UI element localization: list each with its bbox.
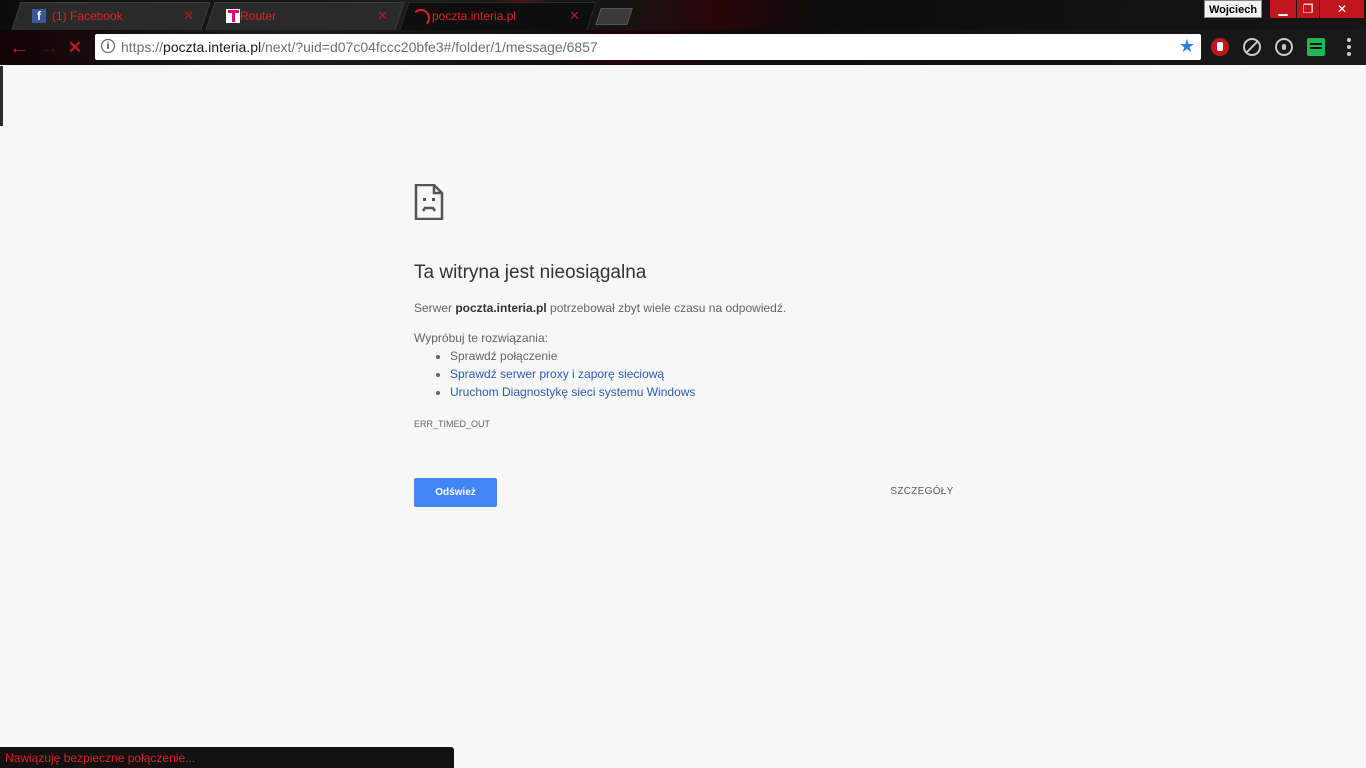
- error-heading: Ta witryna jest nieosiągalna: [414, 262, 647, 283]
- window-close-button[interactable]: ✕: [1320, 0, 1364, 18]
- description-host: poczta.interia.pl: [455, 301, 547, 315]
- forward-button[interactable]: →: [38, 37, 60, 59]
- address-bar[interactable]: i https://poczta.interia.pl/next/?uid=d0…: [95, 34, 1201, 60]
- minimize-button[interactable]: ▁: [1270, 0, 1296, 18]
- try-label: Wypróbuj te rozwiązania:: [414, 331, 548, 345]
- sad-document-icon: [414, 184, 444, 220]
- tab-facebook[interactable]: f (1) Facebook ✕: [11, 2, 211, 30]
- suggestion-windows-diagnostics-link[interactable]: Uruchom Diagnostykę sieci systemu Window…: [450, 385, 695, 403]
- suggestion-proxy-firewall-link[interactable]: Sprawdź serwer proxy i zaporę sieciową: [450, 367, 695, 385]
- page-content: [0, 66, 1366, 768]
- url-path: /next/?uid=d07c04fccc20bfe3#/folder/1/me…: [261, 39, 598, 55]
- lightbulb-icon[interactable]: [1275, 38, 1293, 56]
- close-tab-icon[interactable]: ✕: [183, 8, 194, 24]
- description-prefix: Serwer: [414, 301, 456, 315]
- tab-strip: f (1) Facebook ✕ Router ✕ poczta.interia…: [0, 0, 1366, 30]
- tab-title: Router: [240, 9, 277, 23]
- tab-router[interactable]: Router ✕: [205, 2, 405, 30]
- url-scheme: https://: [121, 39, 164, 55]
- close-tab-icon[interactable]: ✕: [377, 8, 388, 24]
- tab-title: (1) Facebook: [52, 9, 123, 23]
- tab-title: poczta.interia.pl: [432, 9, 517, 23]
- spotify-icon[interactable]: [1307, 38, 1325, 56]
- suggestion-check-connection: Sprawdź połączenie: [450, 349, 695, 367]
- status-bubble: Nawiązuję bezpieczne połączenie...: [0, 747, 454, 768]
- details-button[interactable]: SZCZEGÓŁY: [876, 486, 968, 497]
- telekom-icon: [226, 9, 240, 23]
- menu-icon[interactable]: [1347, 38, 1351, 56]
- block-icon[interactable]: [1243, 38, 1261, 56]
- suggestion-list: Sprawdź połączenie Sprawdź serwer proxy …: [432, 349, 695, 403]
- reload-button[interactable]: Odśwież: [414, 478, 497, 507]
- status-text: Nawiązuję bezpieczne połączenie...: [5, 751, 196, 765]
- stop-button[interactable]: ✕: [64, 37, 86, 59]
- new-tab-button[interactable]: [595, 8, 633, 25]
- profile-button[interactable]: Wojciech: [1204, 0, 1262, 18]
- back-button[interactable]: ←: [8, 37, 30, 59]
- error-code: ERR_TIMED_OUT: [414, 419, 491, 429]
- url-text[interactable]: https://poczta.interia.pl/next/?uid=d07c…: [121, 39, 598, 55]
- info-icon[interactable]: i: [101, 39, 115, 53]
- facebook-icon: f: [32, 9, 46, 23]
- description-suffix: potrzebował zbyt wiele czasu na odpowied…: [546, 301, 787, 315]
- loading-spinner-icon: [412, 9, 430, 27]
- left-edge: [0, 66, 3, 126]
- bookmark-star-icon[interactable]: ★: [1179, 36, 1195, 57]
- ublock-icon[interactable]: [1211, 38, 1229, 56]
- maximize-button[interactable]: ❐: [1297, 0, 1319, 18]
- tab-poczta[interactable]: poczta.interia.pl ✕: [399, 2, 597, 30]
- error-description: Serwer poczta.interia.pl potrzebował zby…: [414, 301, 786, 315]
- url-host: poczta.interia.pl: [163, 39, 262, 55]
- close-tab-icon[interactable]: ✕: [569, 8, 580, 24]
